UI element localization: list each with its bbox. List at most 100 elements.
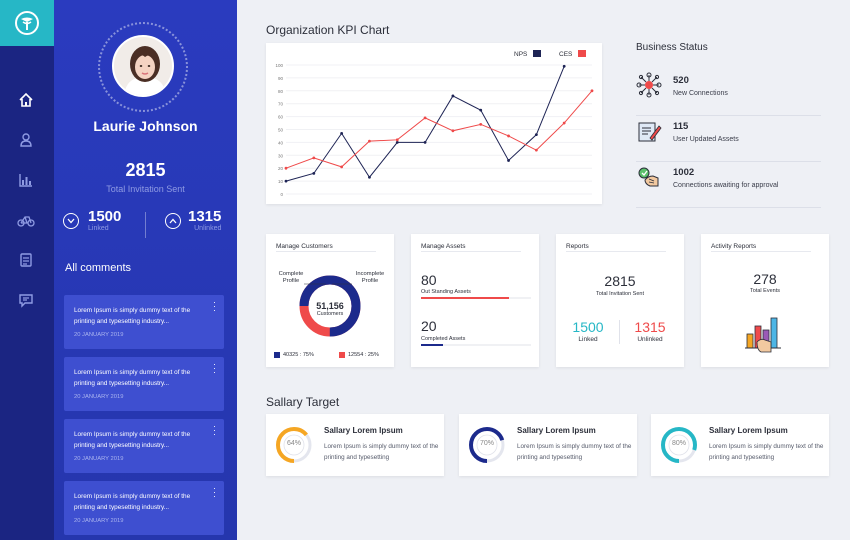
home-icon[interactable] (14, 88, 38, 112)
reports-title: Reports (566, 243, 589, 250)
outstanding-assets-track (421, 297, 531, 299)
more-options-icon[interactable]: · · · (213, 484, 216, 501)
kpi-chart-card: 0 10 20 30 40 50 60 70 80 90 100 NPS CES (266, 43, 602, 204)
data-point (340, 131, 344, 135)
data-point (507, 159, 510, 162)
y-tick-label: 90 (278, 76, 284, 81)
comment-card[interactable]: Lorem Ipsum is simply dummy text of the … (64, 295, 224, 349)
comment-date: 20 JANUARY 2019 (74, 394, 124, 400)
stat-divider (145, 212, 146, 238)
data-point (423, 141, 427, 144)
business-status-value: 115 (673, 121, 689, 132)
avatar[interactable] (112, 35, 174, 97)
customers-total: 51,156 (316, 301, 344, 311)
salary-card[interactable]: 64% Sallary Lorem Ipsum Lorem Ipsum is s… (266, 414, 444, 476)
business-status-value: 1002 (673, 167, 695, 178)
manage-assets-card: Manage Assets 80 Out Standing Assets 20 … (411, 234, 539, 367)
handshake-icon (638, 167, 659, 187)
data-point (312, 171, 316, 175)
business-status-item: 1002 Connections awaiting for approval (636, 162, 821, 208)
completed-assets-label: Completed Assets (421, 336, 466, 342)
y-tick-label: 20 (278, 166, 284, 171)
salary-card-text: Lorem Ipsum is simply dummy text of the … (709, 443, 824, 461)
bar-chart-icon[interactable] (14, 168, 38, 192)
comment-card[interactable]: Lorem Ipsum is simply dummy text of the … (64, 357, 224, 411)
chevron-down-circle-icon[interactable] (63, 213, 79, 229)
completed-assets-value: 20 (421, 318, 437, 334)
series-line (285, 66, 565, 182)
kpi-line-chart: 0 10 20 30 40 50 60 70 80 90 100 NPS CES (275, 50, 594, 197)
business-status-item: 520 New Connections (636, 70, 821, 116)
data-point (284, 166, 288, 170)
y-tick-label: 30 (278, 153, 284, 158)
network-icon (636, 72, 662, 98)
business-status-label: Connections awaiting for approval (673, 182, 779, 189)
data-point (507, 134, 510, 138)
linked-stat: 1500 Linked (88, 208, 121, 232)
comment-card[interactable]: Lorem Ipsum is simply dummy text of the … (64, 419, 224, 473)
data-point (368, 175, 371, 179)
salary-percent: 70% (479, 440, 494, 447)
data-point (590, 89, 594, 93)
salary-card-text: Lorem Ipsum is simply dummy text of the … (517, 443, 632, 461)
divider (711, 251, 811, 252)
linked-count: 1500 (88, 208, 122, 225)
y-tick-label: 80 (278, 89, 284, 94)
bar-chart-hand-icon (745, 317, 781, 353)
unlinked-stat: 1315 Unlinked (188, 208, 221, 232)
manage-customers-card: Manage Customers Complete Profile Incomp… (266, 234, 394, 367)
data-point (534, 148, 538, 152)
data-point (340, 165, 344, 169)
legend-incomplete: 12554 : 25% (348, 352, 379, 358)
customers-total-label: Customers (316, 311, 344, 317)
reports-unlinked-label: Unlinked (637, 336, 663, 343)
activity-reports-title: Activity Reports (711, 243, 757, 250)
salary-card[interactable]: 70% Sallary Lorem Ipsum Lorem Ipsum is s… (459, 414, 637, 476)
reports-linked: 1500 (572, 319, 604, 335)
more-options-icon[interactable]: · · · (213, 360, 216, 377)
legend-swatch (578, 50, 586, 57)
comment-text: Lorem Ipsum is simply dummy text of the … (74, 307, 191, 325)
reports-unlinked: 1315 (634, 319, 666, 335)
logo[interactable] (0, 0, 54, 46)
legend-label: CES (559, 51, 573, 58)
logo-icon (15, 11, 39, 35)
bicycle-icon[interactable] (14, 208, 38, 232)
document-icon[interactable] (14, 248, 38, 272)
data-point (368, 139, 371, 143)
salary-percent: 64% (286, 440, 301, 447)
legend-label: NPS (514, 51, 528, 58)
legend-swatch (533, 50, 541, 57)
reports-total-label: Total Invitation Sent (595, 291, 644, 297)
data-point (562, 64, 566, 68)
manage-assets-title: Manage Assets (421, 243, 466, 250)
linked-label: Linked (88, 225, 109, 232)
y-tick-label: 50 (278, 128, 284, 133)
comment-card[interactable]: Lorem Ipsum is simply dummy text of the … (64, 481, 224, 535)
activity-total: 278 (753, 271, 777, 287)
chat-icon[interactable] (14, 288, 38, 312)
data-point (284, 179, 288, 183)
legend-complete: 40325 : 75% (283, 352, 314, 358)
y-tick-label: 10 (278, 179, 284, 184)
more-options-icon[interactable]: · · · (213, 298, 216, 315)
invitation-label: Total Invitation Sent (106, 184, 185, 194)
user-icon[interactable] (14, 128, 38, 152)
salary-card-title: Sallary Lorem Ipsum (709, 426, 788, 435)
more-options-icon[interactable]: · · · (213, 422, 216, 439)
salary-card[interactable]: 80% Sallary Lorem Ipsum Lorem Ipsum is s… (651, 414, 829, 476)
chevron-up-circle-icon[interactable] (165, 213, 181, 229)
divider (421, 251, 521, 252)
business-status-item: 115 User Updated Assets (636, 116, 821, 162)
divider (619, 320, 620, 344)
data-point (479, 108, 483, 112)
edit-document-icon (638, 122, 662, 142)
data-point (312, 156, 316, 160)
activity-reports-card: Activity Reports 278 Total Events (701, 234, 829, 367)
unlinked-label: Unlinked (194, 225, 222, 232)
reports-linked-label: Linked (578, 336, 598, 343)
business-status-label: User Updated Assets (673, 136, 739, 143)
salary-card-title: Sallary Lorem Ipsum (324, 426, 403, 435)
salary-card-title: Sallary Lorem Ipsum (517, 426, 596, 435)
data-point (395, 138, 399, 142)
